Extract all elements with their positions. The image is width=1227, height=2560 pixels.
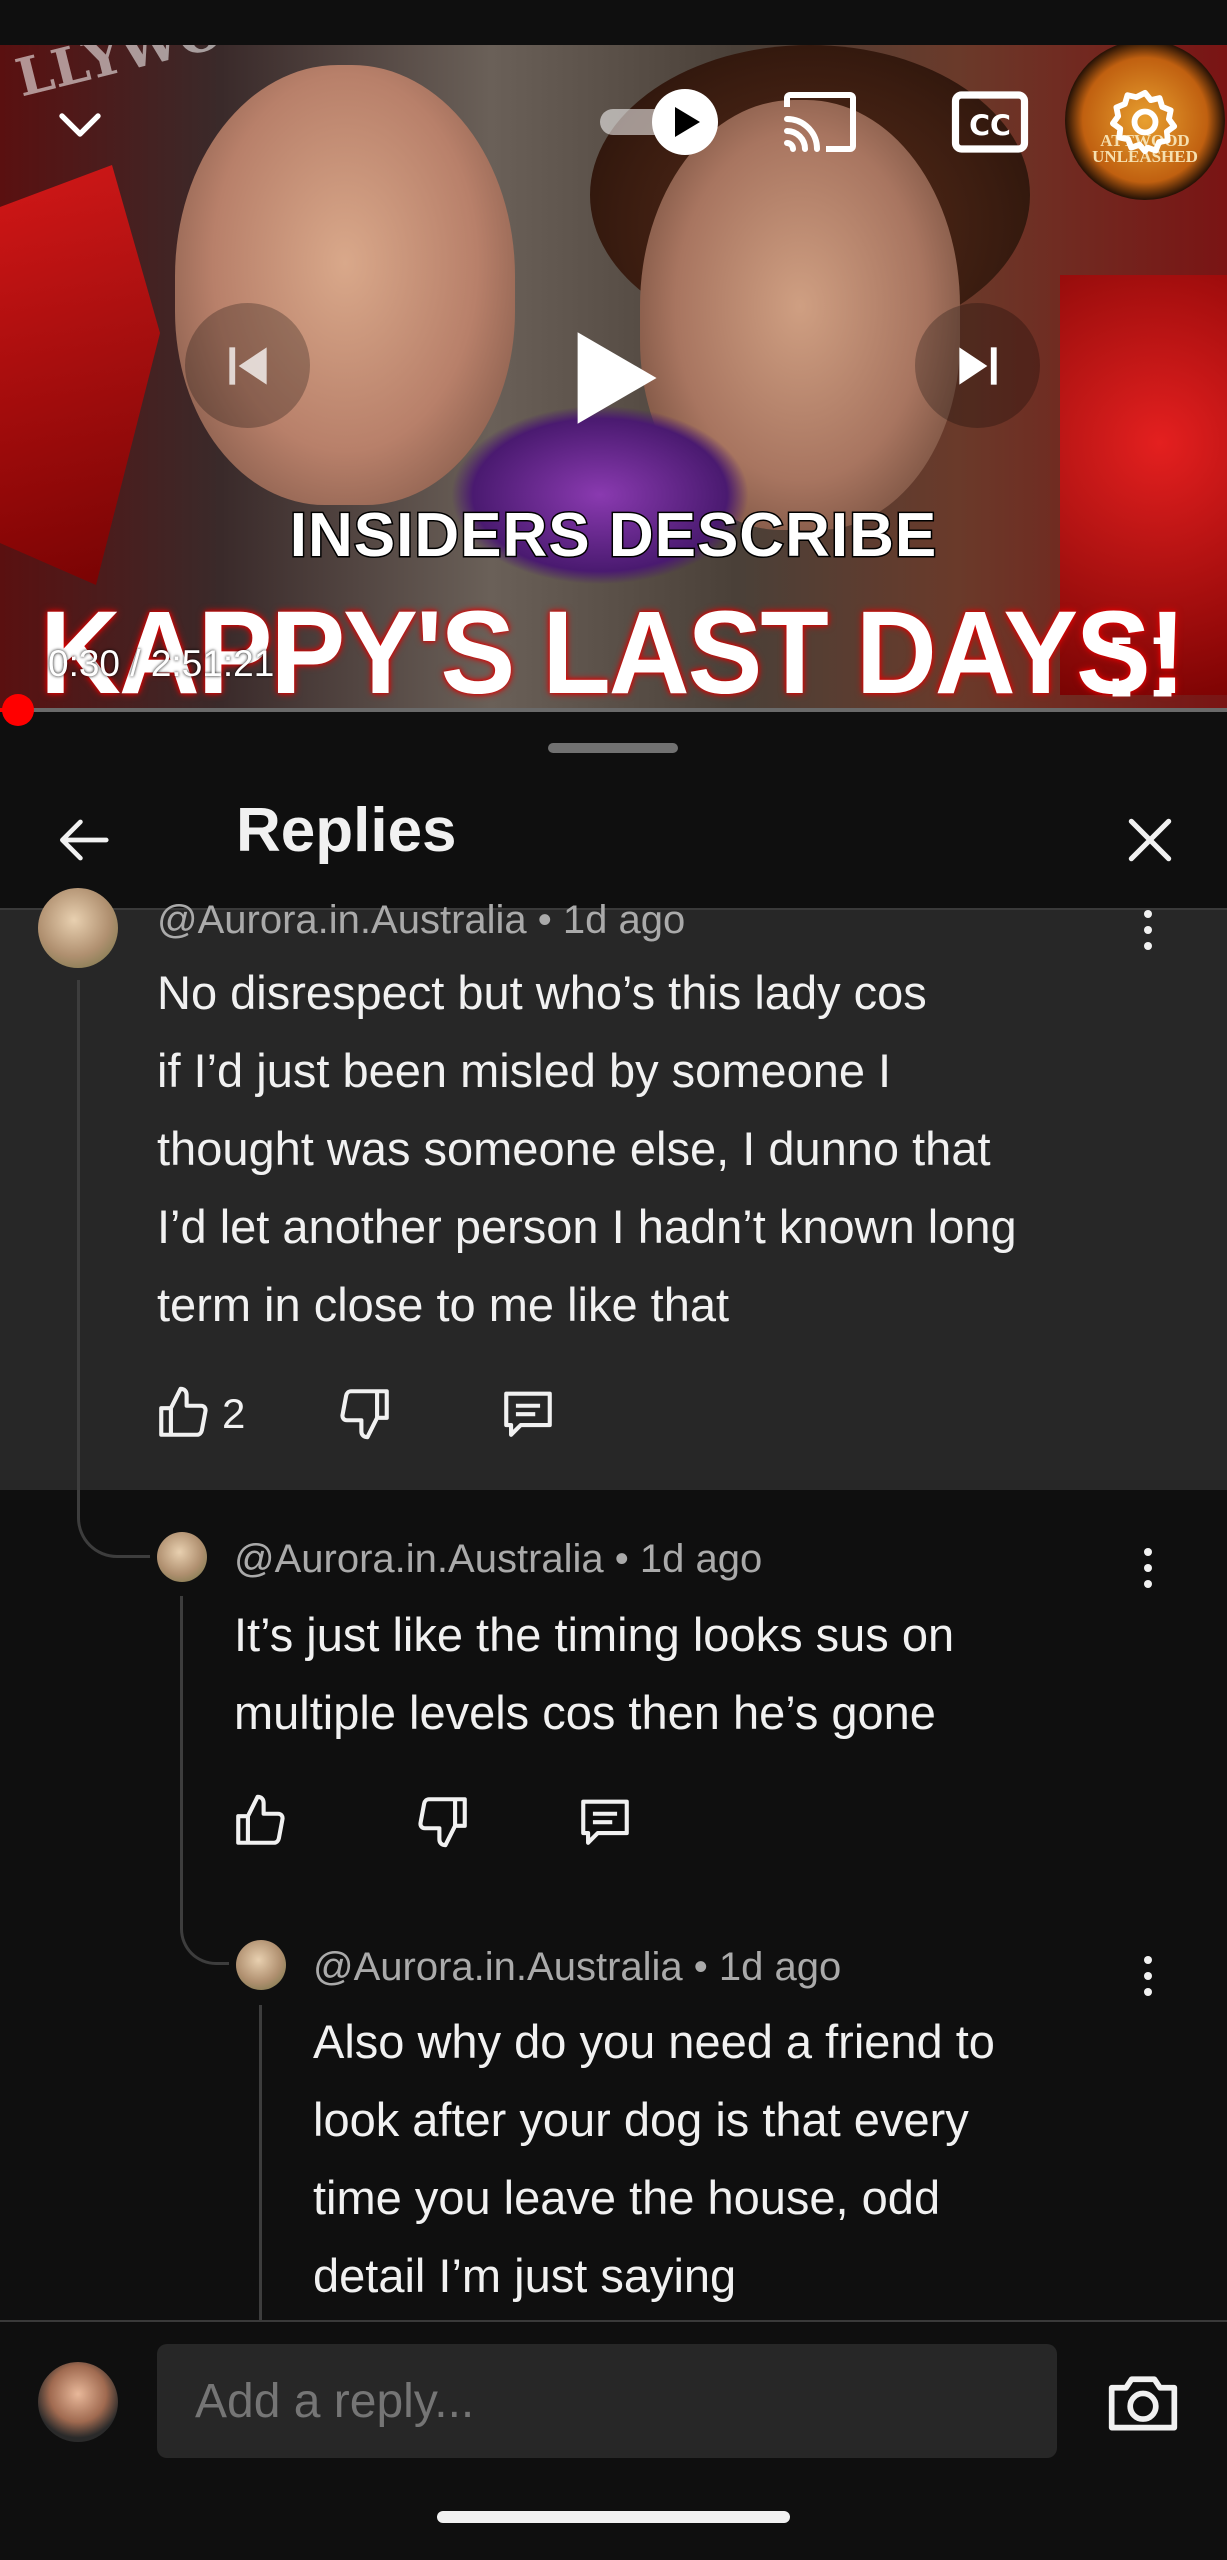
like-icon[interactable] [150,1380,216,1446]
comment-time: • 1d ago [614,1537,763,1581]
comment-line: multiple levels cos then he’s gone [234,1686,936,1739]
panel-header [0,776,1227,910]
comment-handle[interactable]: @Aurora.in.Australia [313,1945,683,1989]
fullscreen-icon[interactable] [1100,625,1184,709]
comment-line: No disrespect but who’s this lady cos [157,966,927,1019]
reply-input[interactable] [157,2344,1057,2458]
thread-line [77,980,150,1558]
comment-line: look after your dog is that every [313,2093,969,2146]
drag-handle[interactable] [548,743,678,753]
comment-line: It’s just like the timing looks sus on [234,1608,955,1661]
comment-time: • 1d ago [537,898,686,942]
like-icon[interactable] [227,1788,293,1854]
home-indicator[interactable] [437,2511,790,2523]
comment-time: • 1d ago [693,1945,842,1989]
progress-scrubber[interactable] [2,694,34,726]
comment-line: I’d let another person I hadn’t known lo… [157,1200,1017,1253]
comment-text: It’s just like the timing looks sus on m… [234,1596,1194,1752]
comment-handle[interactable]: @Aurora.in.Australia [157,898,527,942]
avatar[interactable] [38,888,118,968]
chevron-down-icon[interactable] [40,85,120,165]
comment-author[interactable]: @Aurora.in.Australia • 1d ago [157,898,685,943]
autoplay-toggle-icon[interactable] [598,77,728,167]
page-title: Replies [236,796,457,865]
avatar [38,2362,118,2442]
comment-line: Also why do you need a friend to [313,2015,995,2068]
thread-line [259,2005,263,2320]
progress-track[interactable] [0,708,1227,712]
next-icon[interactable] [915,303,1040,428]
comment-line: time you leave the house, odd [313,2171,941,2224]
camera-icon[interactable] [1098,2360,1188,2444]
comment-text: Also why do you need a friend to look af… [313,2003,1193,2315]
svg-text:CC: CC [969,110,1011,143]
play-icon[interactable] [540,303,690,453]
video-player[interactable]: LLYWOOD ATTWOOD UNLEASHED INSIDERS DESCR… [0,45,1227,710]
comment-line: if I’d just been misled by someone I [157,1044,892,1097]
more-options-icon[interactable] [1128,910,1168,950]
reply-icon[interactable] [572,1788,638,1854]
like-count: 2 [222,1390,246,1437]
comment-text: No disrespect but who’s this lady cos if… [157,954,1157,1344]
comment-author[interactable]: @Aurora.in.Australia • 1d ago [313,1945,841,1990]
comment-line: thought was someone else, I dunno that [157,1122,991,1175]
previous-icon[interactable] [185,303,310,428]
more-options-icon[interactable] [1128,1956,1168,1996]
thumbnail-headline: INSIDERS DESCRIBE [288,500,938,572]
thread-line [180,1596,229,1965]
settings-icon[interactable] [1100,77,1190,167]
avatar[interactable] [157,1532,207,1582]
dislike-icon[interactable] [332,1380,398,1446]
time-display: 0:30 / 2:51:21 [48,643,275,684]
comment-line: term in close to me like that [157,1278,730,1331]
cast-icon[interactable] [775,77,865,167]
captions-icon[interactable]: CC [945,77,1035,167]
close-icon[interactable] [1105,795,1195,885]
comment-line: detail I’m just saying [313,2249,737,2302]
reply-icon[interactable] [495,1380,561,1446]
dislike-icon[interactable] [410,1788,476,1854]
more-options-icon[interactable] [1128,1548,1168,1588]
comment-handle[interactable]: @Aurora.in.Australia [234,1537,604,1581]
comment-author[interactable]: @Aurora.in.Australia • 1d ago [234,1537,762,1582]
arrow-left-icon[interactable] [38,795,128,885]
avatar[interactable] [236,1940,286,1990]
